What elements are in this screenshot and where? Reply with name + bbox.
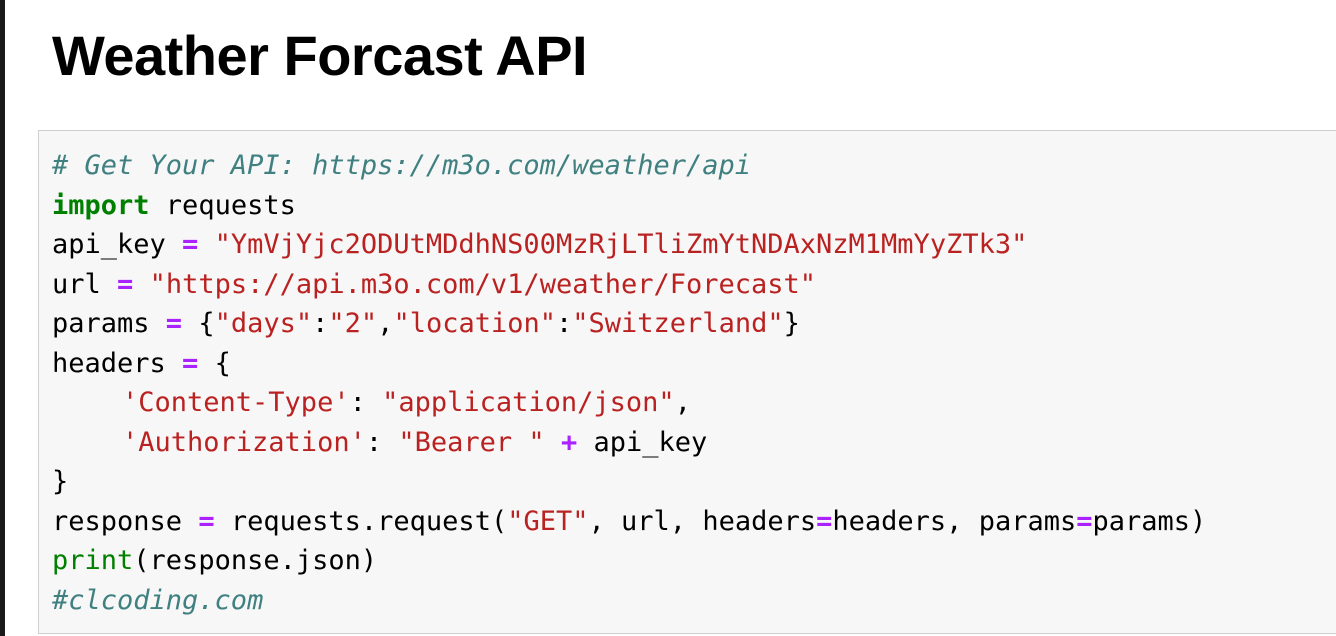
code-token-string: 'Authorization' [122, 426, 366, 458]
code-token-operator: = [816, 505, 833, 537]
code-line: params = {"days":"2","location":"Switzer… [52, 304, 1206, 344]
code-token-keyword: import [52, 189, 150, 221]
code-line: import requests [52, 186, 1206, 226]
code-token-string: "YmVjYjc2ODUtMDdhNS00MzRjLTliZmYtNDAxNzM… [214, 229, 1028, 260]
code-token-name: headers [52, 347, 183, 379]
code-token-operator: = [117, 268, 134, 300]
code-token-punct: } [52, 466, 69, 497]
code-token-operator: = [198, 505, 215, 537]
code-token-name: url [52, 268, 118, 300]
code-token-comment: #clcoding.com [52, 584, 264, 616]
code-token-name: url [621, 505, 670, 537]
code-token-string: "location" [393, 308, 556, 339]
code-token-punct: : [365, 426, 399, 458]
code-line: #clcoding.com [52, 581, 1206, 621]
code-token-punct: } [783, 308, 800, 339]
code-token-string: "https://api.m3o.com/v1/weather/Forecast… [149, 268, 817, 300]
code-token-punct: ) [360, 545, 378, 576]
code-token-name: api_key [52, 229, 183, 260]
code-token-string: "GET" [507, 505, 589, 537]
code-token-operator: = [1076, 505, 1093, 537]
code-token-name: params [52, 308, 166, 339]
code-token-string: 'Content-Type' [122, 387, 350, 418]
code-token-name: headers [832, 505, 947, 537]
code-token-name: requests [149, 189, 296, 221]
code-line: 'Content-Type': "application/json", [52, 383, 1206, 423]
code-token-comment: # Get Your API: https://m3o.com/weather/… [52, 150, 751, 181]
code-cell[interactable]: # Get Your API: https://m3o.com/weather/… [38, 130, 1336, 634]
code-token-name [198, 229, 214, 260]
code-line: 'Authorization': "Bearer " + api_key [52, 423, 1206, 463]
code-token-name: params [1092, 505, 1191, 537]
code-token-name [133, 269, 149, 300]
code-line: headers = { [52, 344, 1206, 384]
code-token-punct: , [674, 387, 691, 418]
code-token-name: response [52, 505, 199, 537]
code-token-name: api_key [577, 426, 708, 458]
code-line: # Get Your API: https://m3o.com/weather/… [52, 146, 1206, 186]
code-token-string: "days" [214, 308, 313, 339]
code-line: response = requests.request("GET", url, … [52, 502, 1206, 542]
code-token-name: requests [214, 505, 361, 537]
code-token-operator: = [182, 229, 199, 260]
code-token-string: "Switzerland" [572, 308, 784, 339]
code-line: print(response.json) [52, 541, 1206, 581]
code-token-punct: ( [133, 545, 150, 576]
code-token-name [545, 427, 561, 458]
code-token-punct: { [198, 347, 231, 379]
code-token-name: request [377, 505, 491, 537]
code-token-punct: ( [490, 505, 508, 537]
code-token-operator: = [165, 308, 183, 339]
code-token-name: params [978, 505, 1077, 537]
code-line: } [52, 462, 1206, 502]
code-token-operator: + [560, 426, 578, 458]
code-token-string: "application/json" [382, 387, 675, 418]
code-token-punct: , [377, 308, 394, 339]
code-token-punct: : [312, 308, 329, 339]
code-line: api_key = "YmVjYjc2ODUtMDdhNS00MzRjLTliZ… [52, 225, 1206, 265]
page-title: Weather Forcast API [52, 24, 588, 87]
code-token-name: response [149, 545, 280, 576]
code-token-string: "2" [328, 308, 378, 339]
code-token-punct: . [360, 505, 378, 537]
code-block[interactable]: # Get Your API: https://m3o.com/weather/… [52, 146, 1206, 620]
code-token-name: json [295, 545, 361, 576]
code-token-punct: { [182, 308, 215, 339]
code-token-punct: , [588, 505, 622, 537]
code-token-punct: , [946, 505, 979, 537]
code-token-punct: ) [1190, 505, 1207, 537]
code-token-punct: , [669, 505, 703, 537]
code-token-operator: = [182, 347, 199, 379]
code-token-punct: : [556, 308, 573, 339]
code-token-punct: : [349, 387, 383, 418]
code-token-name: headers [702, 505, 817, 537]
window-edge [0, 0, 5, 636]
code-token-punct: . [279, 545, 296, 576]
code-token-string: "Bearer " [398, 426, 545, 458]
code-token-builtin: print [52, 545, 134, 576]
code-line: url = "https://api.m3o.com/v1/weather/Fo… [52, 265, 1206, 305]
